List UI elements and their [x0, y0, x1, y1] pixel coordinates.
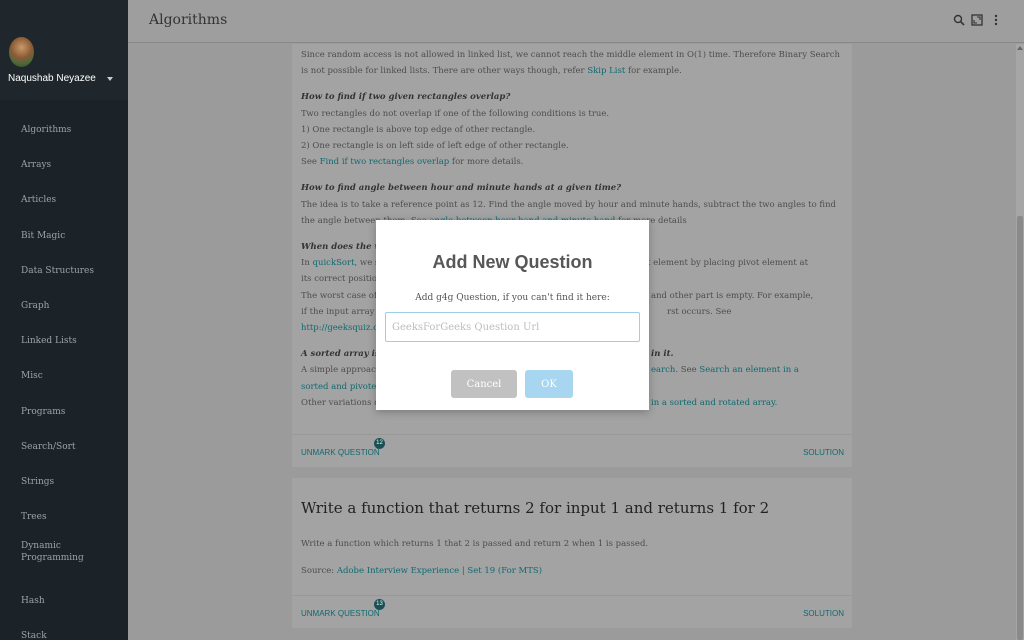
paragraph-text: The worst case of — [301, 290, 377, 301]
question-heading: How to find angle between hour and minut… — [301, 183, 622, 194]
paragraph-text: Since random access is not allowed in li… — [301, 50, 840, 77]
paragraph-text: t element by placing pivot element at — [647, 258, 808, 269]
sidebar-item-search-sort[interactable]: Search/Sort — [0, 429, 128, 464]
solution-button[interactable]: SOLUTION — [803, 609, 844, 618]
scroll-thumb[interactable] — [1017, 216, 1023, 640]
sidebar-item-bit-magic[interactable]: Bit Magic — [0, 218, 128, 253]
question-title[interactable]: Write a function that returns 2 for inpu… — [301, 500, 843, 516]
card-footer: UNMARK QUESTION 12 SOLUTION — [292, 434, 852, 467]
scroll-up-icon[interactable] — [1017, 46, 1023, 50]
chevron-down-icon[interactable] — [107, 77, 113, 81]
source-link[interactable]: Adobe Interview Experience | Set 19 (For… — [337, 566, 542, 576]
question-description: Write a function which returns 1 that 2 … — [301, 539, 649, 550]
sidebar-item-programs[interactable]: Programs — [0, 394, 128, 429]
scrollbar[interactable] — [1016, 44, 1024, 640]
unmark-question-button[interactable]: UNMARK QUESTION — [301, 609, 380, 618]
paragraph-text: for more details. — [449, 157, 524, 168]
paragraph-text: if the input array i — [301, 306, 380, 317]
dialog-title: Add New Question — [432, 252, 593, 272]
paragraph-text: and other part is empty. For example, — [651, 290, 814, 301]
paragraph-text: See — [301, 157, 320, 168]
paragraph-text: 1) One rectangle is above top edge of ot… — [301, 124, 536, 135]
paragraph-text: rst occurs. See — [667, 306, 732, 317]
sidebar-item-linked-lists[interactable]: Linked Lists — [0, 323, 128, 358]
sidebar-item-stack[interactable]: Stack — [0, 618, 128, 640]
paragraph-text: A simple approach — [301, 365, 382, 376]
paragraph-text: Two rectangles do not overlap if one of … — [301, 108, 610, 119]
sidebar-item-strings[interactable]: Strings — [0, 464, 128, 499]
sidebar-item-arrays[interactable]: Arrays — [0, 147, 128, 182]
quicksort-link[interactable]: quickSort — [313, 258, 355, 268]
sidebar: Naqushab Neyazee Algorithms Arrays Artic… — [0, 0, 128, 640]
sidebar-item-trees[interactable]: Trees — [0, 499, 128, 534]
geeksquiz-link[interactable]: http://geeksquiz.co — [301, 323, 383, 333]
paragraph-text: Other variations of — [301, 397, 383, 408]
card-footer: UNMARK QUESTION 13 SOLUTION — [292, 595, 852, 628]
question-card: Write a function that returns 2 for inpu… — [292, 478, 852, 628]
profile-panel: Naqushab Neyazee — [0, 0, 128, 100]
solution-button[interactable]: SOLUTION — [803, 448, 844, 457]
question-url-input[interactable] — [385, 312, 640, 342]
top-bar: Algorithms — [128, 0, 1024, 43]
rectangles-overlap-link[interactable]: Find if two rectangles overlap — [320, 157, 450, 167]
sidebar-item-misc[interactable]: Misc — [0, 358, 128, 393]
search-rotated-link[interactable]: Search an element in a — [699, 365, 799, 375]
sorted-pivoted-link[interactable]: sorted and pivoted — [301, 382, 382, 392]
sidebar-item-algorithms[interactable]: Algorithms — [0, 112, 128, 147]
skip-list-link[interactable]: Skip List — [587, 66, 625, 76]
paragraph-text: 2) One rectangle is on left side of left… — [301, 141, 569, 152]
sidebar-item-dynamic-programming[interactable]: Dynamic Programming — [0, 534, 90, 583]
sidebar-item-graph[interactable]: Graph — [0, 288, 128, 323]
sidebar-item-data-structures[interactable]: Data Structures — [0, 253, 128, 288]
answer-text: Since random access is not allowed in li… — [301, 47, 843, 79]
user-name[interactable]: Naqushab Neyazee — [8, 73, 96, 84]
add-question-dialog: Add New Question Add g4g Question, if yo… — [376, 220, 649, 410]
page-title: Algorithms — [149, 12, 228, 28]
search-icon[interactable] — [953, 14, 965, 26]
ok-button[interactable]: OK — [525, 370, 573, 398]
source-label: Source: — [301, 566, 337, 577]
paragraph-text: earch. See Search an element in a — [651, 362, 799, 378]
unmark-question-button[interactable]: UNMARK QUESTION — [301, 448, 380, 457]
cancel-button[interactable]: Cancel — [451, 370, 517, 398]
question-heading-text: A sorted array is r — [301, 349, 388, 360]
card-body: Write a function that returns 2 for inpu… — [292, 478, 852, 580]
sidebar-nav: Algorithms Arrays Articles Bit Magic Dat… — [0, 112, 128, 640]
more-vert-icon[interactable] — [990, 14, 1002, 26]
binary-search-link[interactable]: earch — [651, 365, 675, 375]
question-number-badge: 12 — [374, 438, 385, 449]
question-heading: How to find if two given rectangles over… — [301, 92, 511, 103]
sidebar-item-hash[interactable]: Hash — [0, 583, 128, 618]
avatar[interactable] — [9, 37, 34, 67]
paragraph-text: See Find if two rectangles overlap for m… — [301, 154, 843, 170]
question-heading-text: in it. — [651, 349, 674, 360]
dialog-text: Add g4g Question, if you can't find it h… — [415, 293, 610, 303]
sidebar-item-articles[interactable]: Articles — [0, 182, 128, 217]
fullscreen-icon[interactable] — [971, 14, 983, 26]
question-source: Source: Adobe Interview Experience | Set… — [301, 563, 843, 579]
paragraph-text: for example. — [625, 66, 682, 77]
question-number-badge: 13 — [374, 599, 385, 610]
paragraph-text: . See — [675, 365, 700, 376]
paragraph-text: In — [301, 258, 313, 269]
sorted-rotated-link[interactable]: in a sorted and rotated array. — [651, 395, 777, 411]
